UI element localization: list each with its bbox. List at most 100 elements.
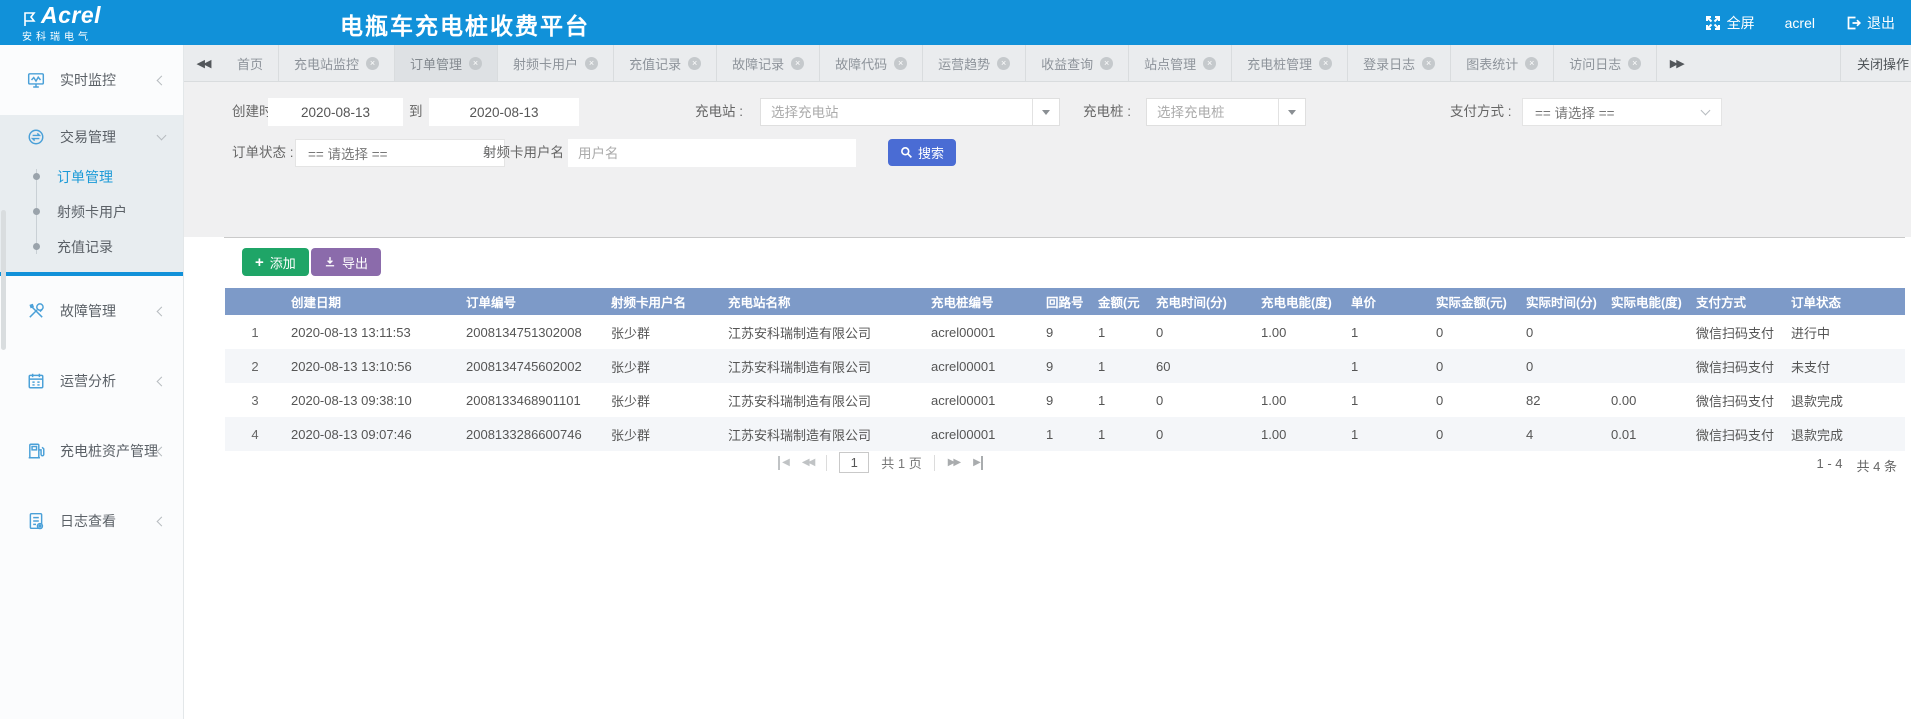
tab-fault-codes[interactable]: 故障代码× bbox=[820, 45, 923, 81]
date-to-input[interactable] bbox=[429, 98, 579, 126]
tab-login-logs[interactable]: 登录日志× bbox=[1348, 45, 1451, 81]
sidebar-item-label: 日志查看 bbox=[60, 511, 116, 531]
table-row[interactable]: 42020-08-13 09:07:462008133286600746张少群江… bbox=[225, 417, 1905, 451]
search-label: 搜索 bbox=[918, 143, 944, 162]
pile-combobox[interactable] bbox=[1146, 98, 1306, 126]
pager-first-button[interactable]: ◀ bbox=[778, 456, 789, 470]
sidebar-item-pile-asset-management[interactable]: 充电桩资产管理 bbox=[0, 416, 183, 486]
tab-close-icon[interactable]: × bbox=[585, 57, 598, 70]
pager-last-button[interactable]: ▶ bbox=[972, 456, 983, 470]
tab-visit-logs[interactable]: 访问日志× bbox=[1554, 45, 1657, 81]
sidebar-item-order-management[interactable]: 订单管理 bbox=[0, 159, 183, 194]
tab-close-icon[interactable]: × bbox=[366, 57, 379, 70]
tab-order-management[interactable]: 订单管理× bbox=[395, 45, 498, 81]
sidebar-item-rfid-users[interactable]: 射频卡用户 bbox=[0, 194, 183, 229]
tab-operation-trends[interactable]: 运营趋势× bbox=[923, 45, 1026, 81]
order-status-select[interactable]: == 请选择 == bbox=[295, 139, 505, 167]
tab-close-icon[interactable]: × bbox=[1319, 57, 1332, 70]
page-title: 电瓶车充电桩收费平台 bbox=[340, 7, 590, 41]
col-index bbox=[225, 288, 285, 315]
pile-input[interactable] bbox=[1147, 99, 1278, 125]
tab-site-management[interactable]: 站点管理× bbox=[1129, 45, 1232, 81]
date-from-input[interactable] bbox=[268, 98, 403, 126]
col-loop-no: 回路号 bbox=[1040, 288, 1092, 315]
sidebar-subitem-label: 订单管理 bbox=[57, 167, 113, 187]
sidebar-item-operation-analysis[interactable]: 运营分析 bbox=[0, 346, 183, 416]
tab-station-monitor[interactable]: 充电站监控× bbox=[279, 45, 395, 81]
tabs-scroll-left-button[interactable]: ◀◀ bbox=[184, 45, 222, 81]
fullscreen-icon bbox=[1705, 15, 1721, 31]
username[interactable]: acrel bbox=[1785, 15, 1815, 31]
tabs-scroll-right-button[interactable]: ▶▶ bbox=[1657, 45, 1695, 81]
tab-revenue-query[interactable]: 收益查询× bbox=[1026, 45, 1129, 81]
tab-close-icon[interactable]: × bbox=[1100, 57, 1113, 70]
station-dropdown-button[interactable] bbox=[1032, 99, 1059, 125]
table-row[interactable]: 12020-08-13 13:11:532008134751302008张少群江… bbox=[225, 315, 1905, 349]
close-operations-button[interactable]: 关闭操作 bbox=[1840, 45, 1911, 81]
tab-bar: ◀◀ 首页 充电站监控× 订单管理× 射频卡用户× 充值记录× 故障记录× 故障… bbox=[184, 45, 1911, 82]
tab-pile-management[interactable]: 充电桩管理× bbox=[1232, 45, 1348, 81]
sidebar-item-transaction-management[interactable]: 交易管理 bbox=[0, 115, 183, 159]
add-button[interactable]: + 添加 bbox=[242, 248, 309, 276]
sidebar-subitem-label: 射频卡用户 bbox=[57, 202, 127, 222]
tab-chart-stats[interactable]: 图表统计× bbox=[1451, 45, 1554, 81]
fullscreen-label: 全屏 bbox=[1727, 13, 1755, 33]
chevrons-left-icon: ◀◀ bbox=[197, 57, 210, 70]
bullet-dot-icon bbox=[33, 243, 40, 250]
pile-dropdown-button[interactable] bbox=[1278, 99, 1305, 125]
sidebar: 实时监控 交易管理 订单管理 bbox=[0, 45, 184, 719]
tab-rfid-users[interactable]: 射频卡用户× bbox=[498, 45, 614, 81]
col-pay-type: 支付方式 bbox=[1690, 288, 1785, 315]
sidebar-item-log-viewer[interactable]: 日志查看 bbox=[0, 486, 183, 556]
col-actual-energy: 实际电能(度) bbox=[1605, 288, 1690, 315]
tab-close-icon[interactable]: × bbox=[1422, 57, 1435, 70]
pager-prev-button[interactable]: ◀◀ bbox=[801, 456, 814, 470]
bullet-dot-icon bbox=[33, 173, 40, 180]
table-row[interactable]: 22020-08-13 13:10:562008134745602002张少群江… bbox=[225, 349, 1905, 383]
plus-icon: + bbox=[255, 255, 264, 270]
fullscreen-button[interactable]: 全屏 bbox=[1705, 13, 1755, 33]
tab-fault-records[interactable]: 故障记录× bbox=[717, 45, 820, 81]
station-input[interactable] bbox=[761, 99, 1032, 125]
tab-close-icon[interactable]: × bbox=[997, 57, 1010, 70]
record-total-label: 共 4 条 bbox=[1857, 456, 1897, 475]
sidebar-item-recharge-records[interactable]: 充值记录 bbox=[0, 229, 183, 264]
tab-close-icon[interactable]: × bbox=[1203, 57, 1216, 70]
station-combobox[interactable] bbox=[760, 98, 1060, 126]
tab-recharge-records[interactable]: 充值记录× bbox=[614, 45, 717, 81]
tab-close-icon[interactable]: × bbox=[1525, 57, 1538, 70]
chevron-down-icon bbox=[1701, 106, 1711, 116]
col-amount: 金额(元 bbox=[1092, 288, 1150, 315]
divider bbox=[224, 237, 1905, 238]
col-create-date: 创建日期 bbox=[285, 288, 460, 315]
sidebar-item-label: 交易管理 bbox=[60, 127, 116, 147]
tab-close-icon[interactable]: × bbox=[791, 57, 804, 70]
col-actual-time: 实际时间(分) bbox=[1520, 288, 1605, 315]
search-button[interactable]: 搜索 bbox=[888, 139, 956, 166]
sidebar-item-label: 实时监控 bbox=[60, 70, 116, 90]
page-number-input[interactable] bbox=[839, 452, 869, 473]
rfid-user-input[interactable] bbox=[568, 139, 856, 167]
record-count: 1 - 4 共 4 条 bbox=[1817, 456, 1897, 475]
bullet-dot-icon bbox=[33, 208, 40, 215]
logout-button[interactable]: 退出 bbox=[1845, 13, 1895, 33]
sidebar-item-fault-management[interactable]: 故障管理 bbox=[0, 276, 183, 346]
pager-next-button[interactable]: ▶▶ bbox=[947, 456, 960, 470]
export-label: 导出 bbox=[342, 253, 368, 272]
col-rfid-user: 射频卡用户名 bbox=[605, 288, 722, 315]
tab-close-icon[interactable]: × bbox=[688, 57, 701, 70]
tab-home[interactable]: 首页 bbox=[222, 45, 279, 81]
sidebar-item-label: 故障管理 bbox=[60, 301, 116, 321]
export-button[interactable]: 导出 bbox=[311, 248, 381, 276]
tab-close-icon[interactable]: × bbox=[894, 57, 907, 70]
to-label: 到 bbox=[409, 98, 423, 126]
tab-close-icon[interactable]: × bbox=[469, 57, 482, 70]
dropdown-arrow-icon bbox=[1288, 110, 1296, 115]
col-actual-amount: 实际金额(元) bbox=[1430, 288, 1520, 315]
sidebar-item-realtime-monitor[interactable]: 实时监控 bbox=[0, 45, 183, 115]
pay-type-select[interactable]: == 请选择 == bbox=[1522, 98, 1722, 126]
total-pages-label: 共 1 页 bbox=[881, 453, 921, 472]
col-station-name: 充电站名称 bbox=[722, 288, 925, 315]
tab-close-icon[interactable]: × bbox=[1628, 57, 1641, 70]
table-row[interactable]: 32020-08-13 09:38:102008133468901101张少群江… bbox=[225, 383, 1905, 417]
